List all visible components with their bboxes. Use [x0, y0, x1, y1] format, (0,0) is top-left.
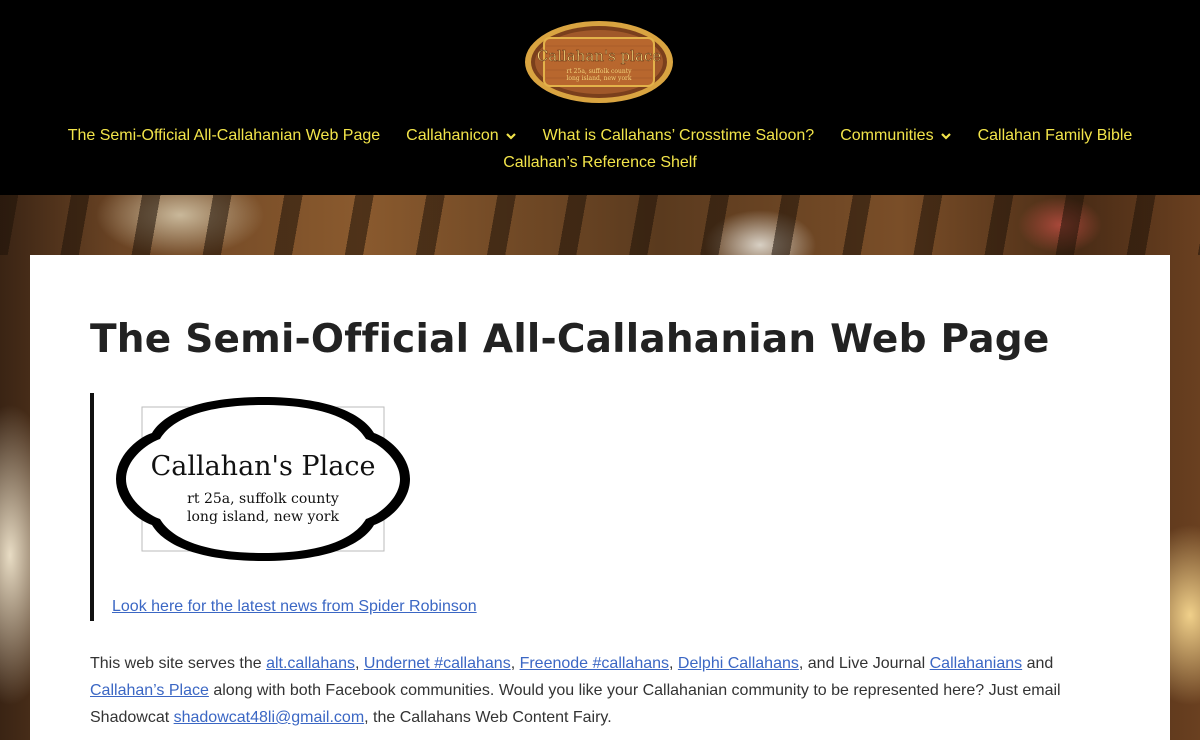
- nav-item-label: What is Callahans’ Crosstime Saloon?: [542, 127, 815, 144]
- chevron-down-icon: [505, 132, 516, 140]
- main-navigation: The Semi-Official All-Callahanian Web Pa…: [0, 122, 1200, 176]
- nav-item-label: Communities: [840, 127, 934, 144]
- nav-row-2: Callahan’s Reference Shelf: [0, 149, 1200, 176]
- sign-name-text: Callahan's Place: [151, 451, 376, 482]
- sign-line-1: rt 25a, suffolk county: [187, 491, 339, 507]
- paragraph-text: and: [1022, 655, 1054, 672]
- link-undernet-callahans[interactable]: Undernet #callahans: [364, 655, 511, 672]
- link-callahans-place[interactable]: Callahan’s Place: [90, 682, 209, 699]
- svg-text:long island, new york: long island, new york: [566, 75, 631, 82]
- nav-item-label: The Semi-Official All-Callahanian Web Pa…: [67, 127, 381, 144]
- nav-item-label: Callahan’s Reference Shelf: [503, 154, 697, 171]
- nav-item-what-is-callahans[interactable]: What is Callahans’ Crosstime Saloon?: [543, 122, 815, 149]
- site-logo[interactable]: Callahan's place rt 25a, suffolk county …: [524, 20, 674, 104]
- nav-item-label: Callahan Family Bible: [977, 127, 1133, 144]
- site-header: Callahan's place rt 25a, suffolk county …: [0, 0, 1200, 195]
- paragraph-text: , and Live Journal: [798, 655, 930, 672]
- paragraph-text: ,: [669, 655, 678, 672]
- nav-item-family-bible[interactable]: Callahan Family Bible: [978, 122, 1133, 149]
- callahans-logo-icon: Callahan's place rt 25a, suffolk county …: [525, 21, 673, 103]
- svg-text:rt 25a, suffolk county: rt 25a, suffolk county: [567, 68, 633, 75]
- email-link[interactable]: shadowcat48li@gmail.com: [174, 709, 365, 726]
- link-delphi-callahans[interactable]: Delphi Callahans: [678, 655, 799, 672]
- paragraph-text: , the Callahans Web Content Fairy.: [364, 709, 612, 726]
- nav-item-home[interactable]: The Semi-Official All-Callahanian Web Pa…: [68, 122, 380, 149]
- intro-paragraph: This web site serves the alt.callahans , …: [90, 650, 1110, 731]
- hero-ceiling-beams: [0, 195, 1200, 255]
- nav-item-reference-shelf[interactable]: Callahan’s Reference Shelf: [503, 149, 697, 176]
- chevron-down-icon: [940, 132, 951, 140]
- news-quote-block: Callahan's Place rt 25a, suffolk county …: [90, 393, 554, 621]
- logo-lettering: Callahan's place: [537, 47, 662, 65]
- nav-row-1: The Semi-Official All-Callahanian Web Pa…: [0, 122, 1200, 149]
- link-callahanians[interactable]: Callahanians: [930, 655, 1023, 672]
- paragraph-text: This web site serves the: [90, 655, 267, 672]
- paragraph-text: ,: [355, 655, 364, 672]
- content-card: The Semi-Official All-Callahanian Web Pa…: [30, 255, 1170, 740]
- spider-robinson-news-link[interactable]: Look here for the latest news from Spide…: [112, 598, 477, 616]
- sign-line-2: long island, new york: [187, 509, 339, 525]
- page-title: The Semi-Official All-Callahanian Web Pa…: [90, 317, 1050, 362]
- nav-item-callahanicon[interactable]: Callahanicon: [406, 122, 517, 149]
- paragraph-text: ,: [510, 655, 520, 672]
- link-freenode-callahans[interactable]: Freenode #callahans: [520, 655, 669, 672]
- callahans-place-sign-image: Callahan's Place rt 25a, suffolk county …: [112, 393, 414, 565]
- link-alt-callahans[interactable]: alt.callahans: [266, 655, 355, 672]
- nav-item-communities[interactable]: Communities: [840, 122, 951, 149]
- nav-item-label: Callahanicon: [406, 127, 499, 144]
